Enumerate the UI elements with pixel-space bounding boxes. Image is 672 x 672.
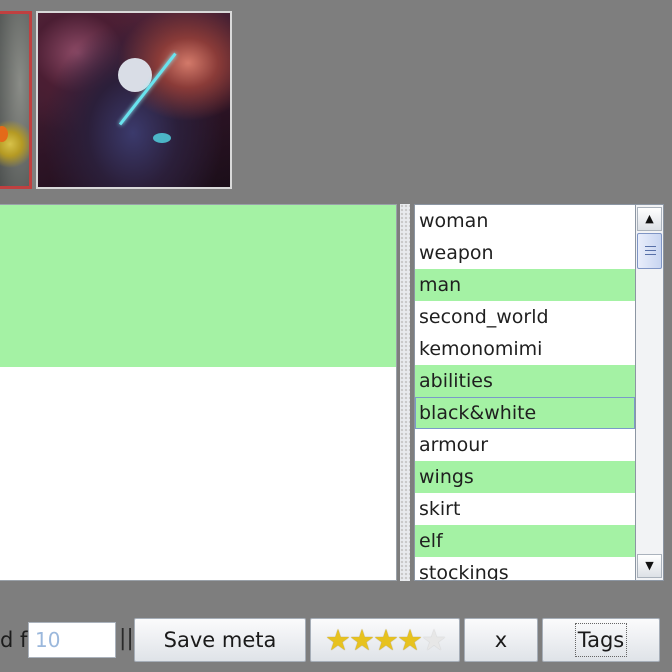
grip-line bbox=[645, 254, 656, 255]
arrow-up-icon: ▲ bbox=[645, 212, 654, 225]
tag-list-item[interactable]: man bbox=[415, 269, 635, 301]
separator: || bbox=[119, 626, 134, 651]
tag-list-item[interactable]: stockings bbox=[415, 557, 635, 580]
star-icon[interactable]: ★ bbox=[397, 623, 423, 657]
tag-list-item[interactable]: weapon bbox=[415, 237, 635, 269]
arrow-down-icon: ▼ bbox=[645, 559, 654, 572]
rating-button[interactable]: ★★★★★ bbox=[310, 618, 460, 662]
rating-stars: ★★★★★ bbox=[325, 619, 447, 661]
tags-button[interactable]: Tags bbox=[542, 618, 660, 662]
tag-list-item[interactable]: black&white bbox=[415, 397, 635, 429]
save-meta-button[interactable]: Save meta bbox=[134, 618, 306, 662]
tag-list-item[interactable]: wings bbox=[415, 461, 635, 493]
tag-list-item[interactable]: skirt bbox=[415, 493, 635, 525]
tag-list-item[interactable]: second_world bbox=[415, 301, 635, 333]
tags-button-label: Tags bbox=[574, 623, 628, 657]
image-thumbnail-2[interactable] bbox=[36, 11, 232, 189]
scrollbar-thumb[interactable] bbox=[637, 233, 662, 269]
star-icon[interactable]: ★ bbox=[373, 623, 399, 657]
tag-list[interactable]: woman weapon man second_world kemonomimi… bbox=[414, 204, 636, 581]
field-label: d f bbox=[0, 628, 28, 652]
tag-list-scrollbar[interactable]: ▲ ▼ bbox=[636, 204, 664, 581]
orange-highlight bbox=[0, 126, 8, 142]
star-icon[interactable]: ★ bbox=[325, 623, 351, 657]
split-pane-divider[interactable] bbox=[400, 204, 410, 581]
star-icon[interactable]: ★ bbox=[421, 623, 447, 657]
artwork-glow bbox=[153, 133, 171, 143]
star-icon[interactable]: ★ bbox=[349, 623, 375, 657]
scroll-up-button[interactable]: ▲ bbox=[637, 207, 662, 231]
scroll-down-button[interactable]: ▼ bbox=[637, 554, 662, 578]
main-content-panel[interactable] bbox=[0, 204, 397, 581]
tag-list-item[interactable]: elf bbox=[415, 525, 635, 557]
count-input[interactable] bbox=[28, 622, 116, 658]
tag-list-item[interactable]: woman bbox=[415, 205, 635, 237]
image-thumbnail-1[interactable] bbox=[0, 11, 32, 189]
tag-list-item[interactable]: armour bbox=[415, 429, 635, 461]
tag-list-item[interactable]: kemonomimi bbox=[415, 333, 635, 365]
bottom-toolbar: d f || Save meta ★★★★★ x Tags bbox=[0, 612, 672, 668]
tag-list-item[interactable]: abilities bbox=[415, 365, 635, 397]
grip-line bbox=[645, 250, 656, 251]
selected-row-highlight bbox=[0, 205, 396, 367]
clear-button[interactable]: x bbox=[464, 618, 538, 662]
grip-line bbox=[645, 246, 656, 247]
